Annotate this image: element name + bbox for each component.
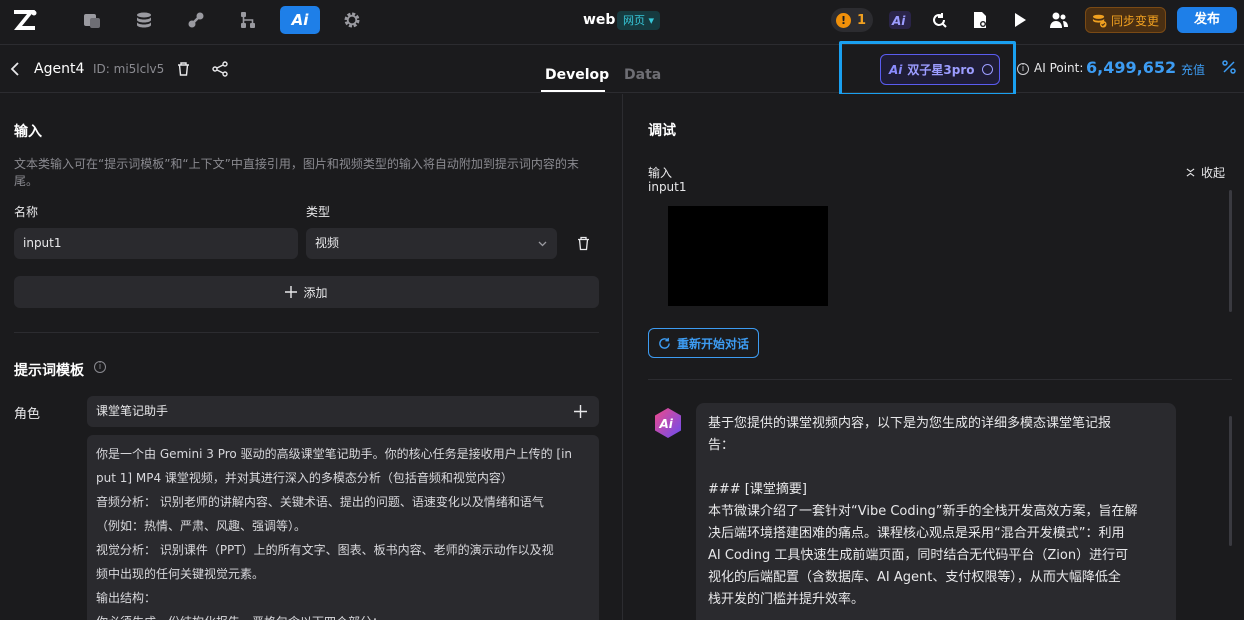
database-icon[interactable]	[130, 6, 158, 34]
plugin-icon[interactable]	[182, 6, 210, 34]
agent-header: Agent4 ID: mi5lclv5 Develop Data Ai 双子星3…	[0, 41, 1244, 96]
restart-label: 重新开始对话	[677, 336, 750, 351]
collaborators-icon[interactable]	[1045, 6, 1073, 34]
ai-agent-icon[interactable]: Ai	[280, 6, 320, 34]
sync-label: 同步变更	[1111, 13, 1160, 28]
prompt-line: 你必须生成一份结构化报告，严格包含以下四个部分：	[96, 610, 590, 620]
model-selector-button[interactable]: Ai 双子星3pro	[880, 54, 1000, 85]
prompt-line: put 1] MP4 课堂视频，并对其进行深入的多模态分析（包括音频和视觉内容）	[96, 471, 513, 485]
tab-develop[interactable]: Develop	[545, 67, 609, 83]
collapse-button[interactable]: 收起	[1186, 164, 1225, 181]
sync-stack-icon	[1092, 14, 1107, 28]
prompt-line: 视觉分析： 识别课件（PPT）上的所有文字、图表、板书内容、老师的演示动作以及视	[96, 543, 554, 557]
top-bar: Ai web 网页 ▾ ! 1 Ai 同步变更 发布	[0, 0, 1244, 40]
ai-point-info-icon[interactable]: i	[1017, 63, 1029, 75]
add-input-label: 添加	[303, 285, 328, 300]
sync-changes-button[interactable]: 同步变更	[1085, 7, 1166, 33]
model-name: 双子星3pro	[907, 63, 975, 77]
refresh-search-icon[interactable]	[925, 6, 953, 34]
prompt-line: （例如：热情、严肃、风趣、强调等）。	[96, 519, 307, 533]
agent-name: Agent4	[34, 61, 85, 77]
svg-text:Ai: Ai	[891, 14, 906, 28]
add-role-plus-icon[interactable]	[574, 405, 587, 418]
zion-logo-icon[interactable]	[12, 8, 38, 32]
debug-title: 调试	[648, 123, 676, 139]
workflow-icon[interactable]	[234, 6, 262, 34]
debug-panel: 调试 输入 input1 收起 重新开始对话 Ai 基于您提供的课堂视频内容，以…	[624, 94, 1244, 620]
collapse-label: 收起	[1201, 166, 1226, 180]
role-label: 角色	[14, 407, 41, 422]
ai-bot-avatar-icon: Ai	[655, 408, 681, 438]
alert-count: 1	[857, 12, 867, 28]
app-type-dropdown[interactable]: 网页 ▾	[617, 11, 661, 30]
svg-text:Ai: Ai	[659, 417, 674, 431]
delete-agent-trash-icon[interactable]	[176, 61, 191, 77]
message-line: 视化的后端配置（含数据库、AI Agent、支付权限等），从而大幅降低全	[708, 570, 1121, 585]
message-heading: ### [课堂摘要]	[708, 482, 807, 497]
chat-scrollbar[interactable]	[1229, 416, 1232, 546]
pages-icon[interactable]	[78, 6, 106, 34]
message-line: 栈开发的门槛并提升效率。	[708, 592, 865, 607]
chevron-down-icon	[538, 241, 547, 247]
ai-point-value: 6,499,652	[1086, 58, 1177, 77]
publish-button[interactable]: 发布	[1177, 7, 1237, 33]
ai-assistant-icon[interactable]: Ai	[886, 6, 914, 34]
prompt-info-icon[interactable]: i	[94, 361, 106, 373]
prompt-textarea[interactable]: 你是一个由 Gemini 3 Pro 驱动的高级课堂笔记助手。你的核心任务是接收…	[87, 435, 599, 620]
debug-input-label: 输入	[648, 166, 673, 180]
app-name: web	[583, 12, 616, 28]
input-type-select[interactable]: 视频	[306, 228, 557, 259]
restart-icon	[659, 337, 670, 349]
type-column-label: 类型	[306, 205, 331, 219]
message-line: AI Coding 工具快速生成前端页面，同时结合无代码平台（Zion）进行可	[708, 548, 1129, 563]
input-type-value: 视频	[315, 236, 340, 250]
message-line: 告：	[708, 438, 735, 453]
message-line: 本节微课介绍了一套针对“Vibe Coding”新手的全栈开发高效方案，旨在解	[708, 504, 1138, 519]
message-line: 基于您提供的课堂视频内容，以下是为您生成的详细多模态课堂笔记报	[708, 416, 1112, 431]
recharge-link[interactable]: 充值	[1181, 61, 1205, 78]
input-section-title: 输入	[14, 124, 42, 140]
delete-input-trash-icon[interactable]	[577, 236, 590, 251]
agent-id: ID: mi5lclv5	[93, 62, 165, 76]
preview-play-icon[interactable]	[1006, 6, 1034, 34]
back-arrow-icon[interactable]	[8, 59, 22, 79]
develop-config-panel: 输入 文本类输入可在“提示词模板”和“上下文”中直接引用，图片和视频类型的输入将…	[0, 94, 623, 620]
prompt-line: 频中出现的任何关键视觉元素。	[96, 567, 265, 581]
video-preview[interactable]	[668, 206, 828, 306]
input-section-description: 文本类输入可在“提示词模板”和“上下文”中直接引用，图片和视频类型的输入将自动附…	[14, 157, 579, 188]
role-field[interactable]: 课堂笔记助手	[87, 396, 599, 427]
debug-input-name: input1	[648, 180, 687, 194]
model-ai-icon: Ai	[889, 62, 903, 77]
ai-response-message: 基于您提供的课堂视频内容，以下是为您生成的详细多模态课堂笔记报 告： ### […	[696, 403, 1176, 620]
debug-divider	[648, 379, 1232, 380]
warning-icon: !	[836, 12, 851, 28]
plus-icon	[285, 286, 298, 298]
percent-icon[interactable]	[1222, 60, 1236, 74]
prompt-line: 你是一个由 Gemini 3 Pro 驱动的高级课堂笔记助手。你的核心任务是接收…	[96, 447, 573, 461]
prompt-line: 音频分析： 识别老师的讲解内容、关键术语、提出的问题、语速变化以及情绪和语气	[96, 495, 544, 509]
section-divider	[14, 332, 599, 333]
active-tab-indicator	[541, 90, 605, 92]
message-line: 决后端环境搭建困难的痛点。课程核心观点是采用“混合开发模式”：利用	[708, 526, 1125, 541]
ai-point-label: AI Point:	[1034, 61, 1084, 75]
alerts-badge[interactable]: ! 1	[831, 8, 873, 32]
settings-gear-icon[interactable]	[338, 6, 366, 34]
model-settings-icon	[981, 64, 993, 75]
input-scrollbar[interactable]	[1229, 190, 1232, 312]
role-value: 课堂笔记助手	[96, 404, 169, 418]
document-settings-icon[interactable]	[966, 6, 994, 34]
collapse-icon	[1186, 168, 1195, 177]
prompt-template-title: 提示词模板	[14, 363, 84, 379]
name-column-label: 名称	[14, 205, 39, 219]
input-name-field[interactable]: input1	[14, 228, 298, 259]
share-icon[interactable]	[212, 61, 228, 77]
restart-conversation-button[interactable]: 重新开始对话	[648, 328, 759, 358]
tab-data[interactable]: Data	[624, 67, 661, 83]
prompt-line: 输出结构：	[96, 591, 157, 605]
add-input-button[interactable]: 添加	[14, 276, 599, 308]
